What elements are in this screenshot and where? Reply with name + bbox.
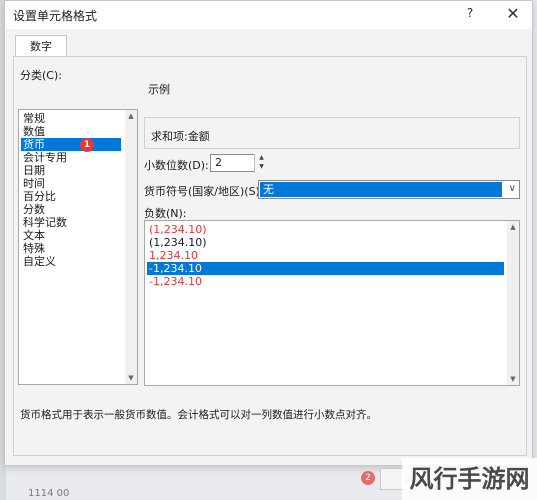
category-item[interactable]: 货币 <box>21 138 121 151</box>
category-item[interactable]: 分数 <box>21 203 121 216</box>
currency-symbol-select[interactable]: 无 ∨ <box>258 180 520 199</box>
category-item[interactable]: 日期 <box>21 164 121 177</box>
category-item[interactable]: 常规 <box>21 112 121 125</box>
sheet-cell-text: 1114 00 <box>28 488 70 499</box>
spin-up-icon[interactable]: ▲ <box>255 154 268 162</box>
currency-symbol-value: 无 <box>260 182 502 197</box>
sample-value: 求和项:金额 <box>151 130 210 143</box>
format-cells-dialog: 设置单元格格式 ? ✕ 数字 分类(C): ▲ ▼ 常规 数值 货币 会计专用 日期 时间… <box>4 0 533 466</box>
decimal-spinner[interactable]: ▲ ▼ <box>254 154 268 172</box>
category-item[interactable]: 会计专用 <box>21 151 121 164</box>
category-label: 分类(C): <box>20 69 62 82</box>
category-item[interactable]: 数值 <box>21 125 121 138</box>
category-item[interactable]: 自定义 <box>21 255 121 268</box>
dialog-titlebar: 设置单元格格式 ? ✕ <box>5 1 532 29</box>
negative-format-item[interactable]: 1,234.10 <box>147 249 504 262</box>
dialog-title: 设置单元格格式 <box>13 9 98 23</box>
step-1-badge: 1 <box>80 138 94 152</box>
negative-numbers-list[interactable]: ▲ ▼ (1,234.10) (1,234.10) 1,234.10 -1,234.1… <box>144 220 520 386</box>
scroll-down-icon[interactable]: ▼ <box>127 374 135 382</box>
chevron-down-icon[interactable]: ∨ <box>509 183 516 194</box>
negative-numbers-label: 负数(N): <box>144 207 187 220</box>
number-panel: 分类(C): ▲ ▼ 常规 数值 货币 会计专用 日期 时间 百分比 分数 科学记数 文本 特殊 自定… <box>13 56 527 456</box>
category-item[interactable]: 文本 <box>21 229 121 242</box>
category-item[interactable]: 特殊 <box>21 242 121 255</box>
scroll-down-icon[interactable]: ▼ <box>509 375 517 383</box>
format-description: 货币格式用于表示一般货币数值。会计格式可以对一列数值进行小数点对齐。 <box>20 409 377 421</box>
tab-number[interactable]: 数字 <box>15 35 67 57</box>
dialog-body: 数字 分类(C): ▲ ▼ 常规 数值 货币 会计专用 日期 时间 百分比 分数 科学记数 文本特… <box>5 29 532 465</box>
scroll-up-icon[interactable]: ▲ <box>509 223 517 231</box>
category-item[interactable]: 百分比 <box>21 190 121 203</box>
scroll-up-icon[interactable]: ▲ <box>127 112 135 120</box>
category-list[interactable]: ▲ ▼ 常规 数值 货币 会计专用 日期 时间 百分比 分数 科学记数 文本 特殊 自定义 <box>18 109 138 385</box>
step-2-badge: 2 <box>361 471 375 485</box>
category-item[interactable]: 科学记数 <box>21 216 121 229</box>
decimal-places-label: 小数位数(D): <box>144 159 209 172</box>
spin-down-icon[interactable]: ▼ <box>255 163 268 171</box>
negative-format-item[interactable]: -1,234.10 <box>147 262 504 275</box>
category-item[interactable]: 时间 <box>21 177 121 190</box>
help-button[interactable]: ? <box>460 6 480 24</box>
negative-format-item[interactable]: (1,234.10) <box>147 236 504 249</box>
currency-symbol-label: 货币符号(国家/地区)(S): <box>144 185 264 198</box>
sample-label: 示例 <box>148 83 170 96</box>
category-scrollbar[interactable]: ▲ ▼ <box>125 110 137 384</box>
close-button[interactable]: ✕ <box>502 4 524 24</box>
watermark-logo: 风行手游网 <box>402 458 537 500</box>
negative-scrollbar[interactable]: ▲ ▼ <box>507 221 519 385</box>
negative-format-item[interactable]: -1,234.10 <box>147 275 504 288</box>
sample-box: 求和项:金额 <box>144 117 520 149</box>
negative-format-item[interactable]: (1,234.10) <box>147 223 504 236</box>
